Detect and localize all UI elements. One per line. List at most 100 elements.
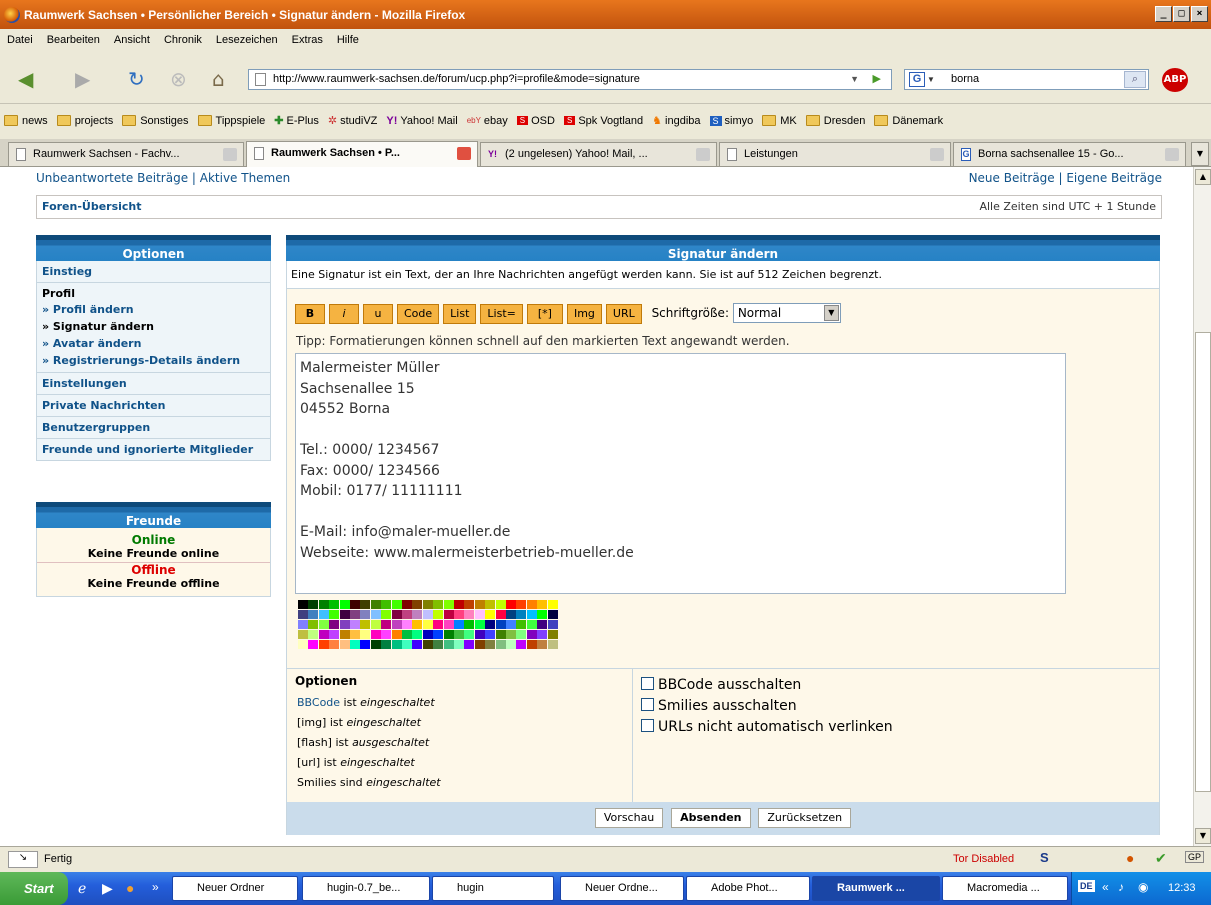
search-icon[interactable]: ⌕ — [1124, 71, 1146, 88]
color-swatch[interactable] — [412, 610, 423, 619]
color-swatch[interactable] — [454, 600, 464, 609]
sidebar-item-private-nachrichten[interactable]: Private Nachrichten — [37, 394, 270, 416]
color-swatch[interactable] — [516, 640, 527, 649]
volume-icon[interactable]: ♪ — [1118, 880, 1124, 894]
firefox-quicklaunch-icon[interactable]: ● — [126, 880, 134, 896]
color-swatch[interactable] — [350, 620, 360, 629]
search-box[interactable]: G ▼ borna ⌕ — [904, 69, 1149, 90]
bookmark-simyo[interactable]: Ssimyo — [709, 115, 753, 127]
color-swatch[interactable] — [308, 630, 319, 639]
firefox-status-icon[interactable]: ● — [1126, 850, 1134, 866]
color-swatch[interactable] — [391, 600, 402, 609]
color-swatch[interactable] — [526, 630, 537, 639]
bookmark-yahoo[interactable]: Y! Yahoo! Mail — [386, 115, 457, 127]
color-swatch[interactable] — [474, 620, 485, 629]
close-tab-icon[interactable] — [696, 148, 710, 161]
bookmark-eplus[interactable]: ✚ E-Plus — [274, 114, 319, 128]
taskbar-item-firefox[interactable]: Raumwerk ... — [812, 876, 940, 901]
color-swatch[interactable] — [433, 630, 444, 639]
adblock-icon[interactable]: ABP — [1162, 68, 1188, 92]
taskbar-item-hugin[interactable]: hugin — [432, 876, 554, 901]
menu-chronik[interactable]: Chronik — [157, 34, 209, 46]
network-icon[interactable]: ◉ — [1138, 880, 1148, 894]
color-swatch[interactable] — [412, 640, 423, 649]
url-button[interactable]: URL — [605, 303, 642, 324]
bookmark-dresden[interactable]: Dresden — [805, 115, 865, 127]
bookmark-projects[interactable]: projects — [56, 115, 113, 127]
vertical-scrollbar[interactable]: ▲ ▼ — [1193, 167, 1211, 846]
color-swatch[interactable] — [381, 610, 392, 619]
color-swatch[interactable] — [308, 640, 319, 649]
color-swatch[interactable] — [485, 610, 496, 619]
submit-button[interactable]: Absenden — [671, 808, 751, 828]
color-swatch[interactable] — [381, 640, 392, 649]
color-swatch[interactable] — [526, 610, 537, 619]
color-swatch[interactable] — [339, 620, 350, 629]
color-swatch[interactable] — [537, 600, 548, 609]
tab-yahoo-mail[interactable]: Y! (2 ungelesen) Yahoo! Mail, ... — [480, 142, 717, 166]
color-swatch[interactable] — [360, 600, 371, 609]
color-swatch[interactable] — [381, 620, 392, 629]
color-swatch[interactable] — [474, 640, 485, 649]
checkbox-smilies[interactable]: Smilies ausschalten — [641, 696, 893, 717]
taskbar-item-photoshop[interactable]: Adobe Phot... — [686, 876, 810, 901]
stumble-icon[interactable]: S — [1040, 850, 1049, 865]
color-swatch[interactable] — [537, 610, 548, 619]
color-swatch[interactable] — [443, 620, 454, 629]
color-swatch[interactable] — [329, 620, 340, 629]
color-swatch[interactable] — [318, 630, 329, 639]
mediaplayer-icon[interactable]: ▶ — [102, 880, 113, 897]
color-swatch[interactable] — [547, 610, 558, 619]
color-swatch[interactable] — [308, 620, 319, 629]
tab-raumwerk-profil[interactable]: Raumwerk Sachsen • P... — [246, 141, 478, 167]
color-swatch[interactable] — [506, 640, 516, 649]
color-swatch[interactable] — [350, 610, 360, 619]
color-swatch[interactable] — [454, 640, 464, 649]
color-swatch[interactable] — [443, 630, 454, 639]
bookmark-sonstiges[interactable]: Sonstiges — [122, 115, 189, 127]
color-swatch[interactable] — [506, 600, 516, 609]
color-swatch[interactable] — [308, 610, 319, 619]
forward-icon[interactable]: ▶ — [75, 68, 90, 90]
color-swatch[interactable] — [526, 620, 537, 629]
color-swatch[interactable] — [298, 630, 308, 639]
taskbar-item-neuer-ordner-2[interactable]: Neuer Ordne... — [560, 876, 684, 901]
color-swatch[interactable] — [547, 600, 558, 609]
sidebar-item-profil-aendern[interactable]: » Profil ändern — [37, 301, 270, 318]
color-swatch[interactable] — [360, 610, 371, 619]
color-swatch[interactable] — [495, 630, 506, 639]
menu-ansicht[interactable]: Ansicht — [107, 34, 157, 46]
color-swatch[interactable] — [339, 640, 350, 649]
color-swatch[interactable] — [339, 600, 350, 609]
bbcode-link[interactable]: BBCode — [297, 696, 340, 709]
color-swatch[interactable] — [495, 610, 506, 619]
tor-status[interactable]: Tor Disabled — [953, 853, 1014, 865]
menu-lesezeichen[interactable]: Lesezeichen — [209, 34, 285, 46]
bookmark-osd[interactable]: S OSD — [516, 115, 555, 127]
color-swatch[interactable] — [422, 610, 433, 619]
color-swatch[interactable] — [433, 640, 444, 649]
chevron-down-icon[interactable]: ▼ — [823, 305, 839, 321]
color-swatch[interactable] — [443, 640, 454, 649]
start-button[interactable]: Start — [0, 872, 68, 905]
color-swatch[interactable] — [454, 610, 464, 619]
list-button[interactable]: List — [443, 303, 477, 324]
list-item-button[interactable]: [*] — [526, 303, 563, 324]
sidebar-item-signatur-aendern[interactable]: » Signatur ändern — [37, 318, 270, 335]
color-swatch[interactable] — [454, 630, 464, 639]
color-swatch[interactable] — [318, 640, 329, 649]
color-swatch[interactable] — [412, 620, 423, 629]
color-swatch[interactable] — [402, 610, 412, 619]
color-swatch[interactable] — [381, 600, 392, 609]
minimize-button[interactable]: _ — [1155, 6, 1172, 22]
stop-icon[interactable]: ⊗ — [170, 68, 187, 90]
color-swatch[interactable] — [350, 600, 360, 609]
color-swatch[interactable] — [526, 640, 537, 649]
bookmark-daenemark[interactable]: Dänemark — [874, 115, 943, 127]
color-swatch[interactable] — [360, 620, 371, 629]
breadcrumb-forum-index[interactable]: Foren-Übersicht — [42, 200, 142, 213]
underline-button[interactable]: u — [363, 303, 393, 324]
color-swatch[interactable] — [464, 640, 475, 649]
font-size-select[interactable]: Normal ▼ — [732, 303, 841, 323]
italic-button[interactable]: i — [329, 303, 359, 324]
